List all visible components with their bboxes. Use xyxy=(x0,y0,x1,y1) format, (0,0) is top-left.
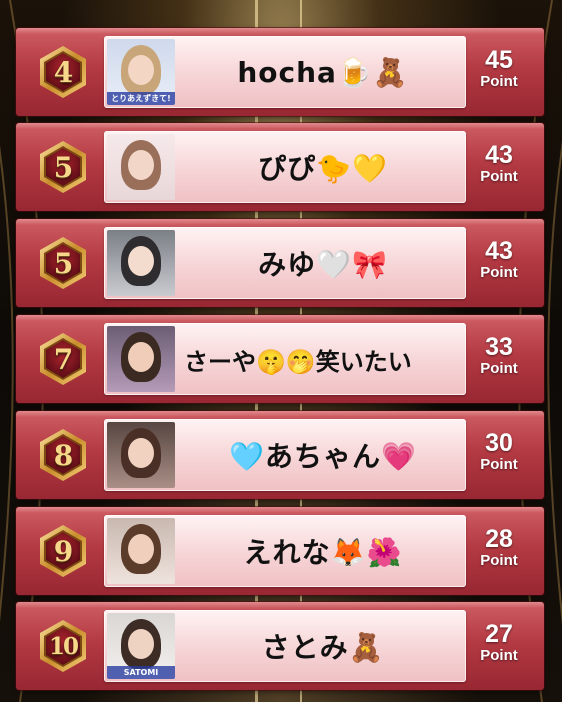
member-photo xyxy=(107,518,175,584)
points-box: 30 Point xyxy=(464,429,534,474)
member-name: みゆ🤍🎀 xyxy=(258,248,388,281)
member-name: さーや🤫🤭笑いたい xyxy=(184,347,412,376)
member-card[interactable]: みゆ🤍🎀 xyxy=(104,227,466,299)
member-card[interactable]: とりあえずきて! hocha🍺🧸 xyxy=(104,36,466,108)
points-label: Point xyxy=(480,647,518,664)
points-box: 33 Point xyxy=(464,333,534,378)
rank-number: 8 xyxy=(53,438,73,472)
points-label: Point xyxy=(480,552,518,569)
member-name: さとみ🧸 xyxy=(261,631,385,664)
points-value: 43 xyxy=(485,141,513,169)
points-box: 43 Point xyxy=(464,237,534,282)
member-card[interactable]: 🩵あちゃん💗 xyxy=(104,419,466,491)
points-label: Point xyxy=(480,264,518,281)
rank-badge: 4 xyxy=(36,45,90,99)
member-name: hocha🍺🧸 xyxy=(237,55,409,89)
member-photo xyxy=(107,326,175,392)
points-box: 27 Point xyxy=(464,620,534,665)
ranking-row-3[interactable]: 5 みゆ🤍🎀 43 Point xyxy=(16,219,544,307)
rank-number: 10 xyxy=(48,632,79,660)
member-photo xyxy=(107,134,175,200)
member-card[interactable]: SATOMI さとみ🧸 xyxy=(104,610,466,682)
photo-caption: SATOMI xyxy=(107,666,175,679)
rank-badge: 10 xyxy=(36,619,90,673)
points-value: 27 xyxy=(485,620,513,648)
points-label: Point xyxy=(480,168,518,185)
photo-caption: とりあえずきて! xyxy=(107,92,175,105)
points-box: 45 Point xyxy=(464,46,534,91)
ranking-row-1[interactable]: 4 とりあえずきて! hocha🍺🧸 45 Point xyxy=(16,28,544,116)
rank-badge: 5 xyxy=(36,140,90,194)
member-photo xyxy=(107,230,175,296)
rank-number: 5 xyxy=(53,150,73,184)
points-box: 28 Point xyxy=(464,525,534,570)
ranking-row-6[interactable]: 9 えれな🦊🌺 28 Point xyxy=(16,507,544,595)
member-card[interactable]: ぴぴ🐤💛 xyxy=(104,131,466,203)
rank-number: 9 xyxy=(53,534,73,568)
ranking-row-2[interactable]: 5 ぴぴ🐤💛 43 Point xyxy=(16,123,544,211)
member-photo: とりあえずきて! xyxy=(107,39,175,105)
points-value: 30 xyxy=(485,429,513,457)
rank-badge: 7 xyxy=(36,332,90,386)
rank-number: 4 xyxy=(53,55,73,89)
points-value: 28 xyxy=(485,525,513,553)
ranking-row-4[interactable]: 7 さーや🤫🤭笑いたい 33 Point xyxy=(16,315,544,403)
points-label: Point xyxy=(480,73,518,90)
member-photo xyxy=(107,422,175,488)
points-box: 43 Point xyxy=(464,141,534,186)
member-name: えれな🦊🌺 xyxy=(243,536,403,569)
ranking-row-5[interactable]: 8 🩵あちゃん💗 30 Point xyxy=(16,411,544,499)
member-name: ぴぴ🐤💛 xyxy=(258,152,388,185)
points-label: Point xyxy=(480,456,518,473)
points-label: Point xyxy=(480,360,518,377)
points-value: 43 xyxy=(485,237,513,265)
member-card[interactable]: さーや🤫🤭笑いたい xyxy=(104,323,466,395)
ranking-row-7[interactable]: 10 SATOMI さとみ🧸 27 Point xyxy=(16,602,544,690)
rank-badge: 9 xyxy=(36,524,90,578)
points-value: 33 xyxy=(485,333,513,361)
member-photo: SATOMI xyxy=(107,613,175,679)
points-value: 45 xyxy=(485,46,513,74)
member-name: 🩵あちゃん💗 xyxy=(229,440,417,473)
member-card[interactable]: えれな🦊🌺 xyxy=(104,515,466,587)
rank-badge: 8 xyxy=(36,428,90,482)
rank-badge: 5 xyxy=(36,236,90,290)
rank-number: 7 xyxy=(53,342,73,376)
rank-number: 5 xyxy=(53,246,73,280)
